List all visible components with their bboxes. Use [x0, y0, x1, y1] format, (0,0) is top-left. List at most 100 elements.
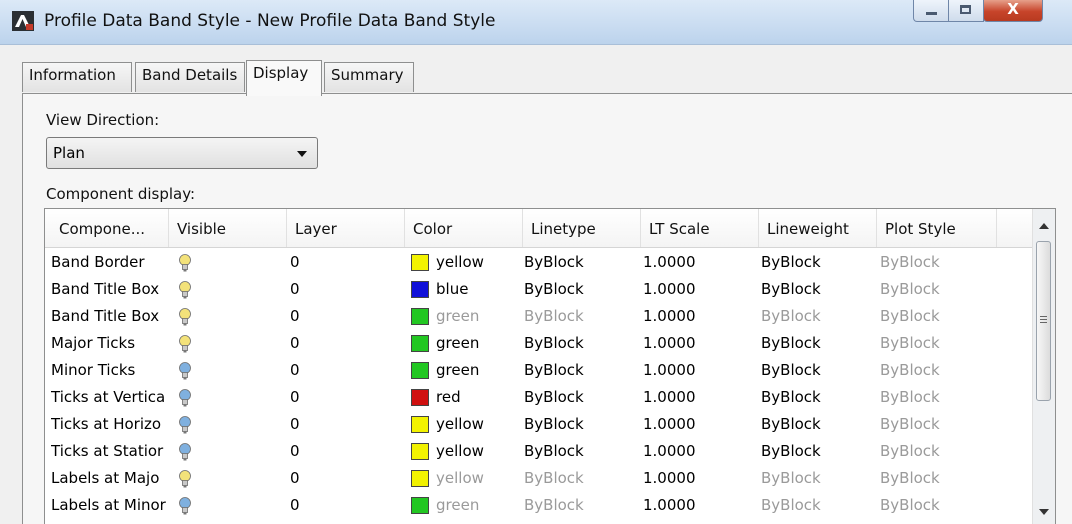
cell-layer[interactable]: 0: [290, 303, 390, 330]
lightbulb-off-icon[interactable]: [179, 389, 191, 407]
cell-color[interactable]: green: [436, 303, 516, 330]
cell-color[interactable]: yellow: [436, 438, 516, 465]
cell-plot-style[interactable]: ByBlock: [880, 384, 990, 411]
scrollbar-thumb[interactable]: [1036, 241, 1051, 401]
cell-plot-style[interactable]: ByBlock: [880, 438, 990, 465]
cell-linetype[interactable]: ByBlock: [524, 438, 634, 465]
minimize-button[interactable]: [913, 0, 949, 22]
table-row[interactable]: Labels at Majo 0 yellow ByBlock 1.0000 ByBloc…: [45, 465, 1033, 492]
cell-layer[interactable]: 0: [290, 276, 390, 303]
cell-plot-style[interactable]: ByBlock: [880, 357, 990, 384]
cell-layer[interactable]: 0: [290, 492, 390, 519]
column-header-lt-scale[interactable]: LT Scale: [641, 209, 759, 247]
chevron-down-icon[interactable]: [297, 151, 307, 157]
table-row[interactable]: Minor Ticks 0 green ByBlock 1.0000 ByBlock ByB…: [45, 357, 1033, 384]
cell-lineweight[interactable]: ByBlock: [761, 249, 871, 276]
cell-plot-style[interactable]: ByBlock: [880, 411, 990, 438]
cell-color[interactable]: green: [436, 492, 516, 519]
vertical-scrollbar[interactable]: [1032, 209, 1055, 524]
cell-linetype[interactable]: ByBlock: [524, 357, 634, 384]
table-row[interactable]: Band Title Box 0 green ByBlock 1.0000 ByBlock…: [45, 303, 1033, 330]
cell-lt-scale[interactable]: 1.0000: [643, 357, 753, 384]
column-header-color[interactable]: Color: [405, 209, 523, 247]
table-row[interactable]: Ticks at Horizo 0 yellow ByBlock 1.0000 ByBlo…: [45, 411, 1033, 438]
cell-lt-scale[interactable]: 1.0000: [643, 438, 753, 465]
cell-layer[interactable]: 0: [290, 438, 390, 465]
cell-lineweight[interactable]: ByBlock: [761, 411, 871, 438]
lightbulb-off-icon[interactable]: [179, 362, 191, 380]
cell-plot-style[interactable]: ByBlock: [880, 492, 990, 519]
cell-lineweight[interactable]: ByBlock: [761, 438, 871, 465]
cell-linetype[interactable]: ByBlock: [524, 384, 634, 411]
close-button[interactable]: X: [983, 0, 1043, 22]
tab-band-details[interactable]: Band Details: [135, 62, 245, 92]
column-header-lineweight[interactable]: Lineweight: [759, 209, 877, 247]
cell-lt-scale[interactable]: 1.0000: [643, 492, 753, 519]
column-header-layer[interactable]: Layer: [287, 209, 405, 247]
cell-linetype[interactable]: ByBlock: [524, 330, 634, 357]
column-header-visible[interactable]: Visible: [169, 209, 287, 247]
tab-display[interactable]: Display: [246, 60, 322, 96]
scroll-up-arrow-icon[interactable]: [1039, 223, 1049, 229]
tab-information[interactable]: Information: [22, 62, 132, 92]
color-swatch[interactable]: [411, 335, 429, 352]
cell-color[interactable]: blue: [436, 276, 516, 303]
cell-linetype[interactable]: ByBlock: [524, 411, 634, 438]
color-swatch[interactable]: [411, 443, 429, 460]
color-swatch[interactable]: [411, 308, 429, 325]
cell-lt-scale[interactable]: 1.0000: [643, 276, 753, 303]
cell-linetype[interactable]: ByBlock: [524, 276, 634, 303]
cell-linetype[interactable]: ByBlock: [524, 249, 634, 276]
cell-lt-scale[interactable]: 1.0000: [643, 303, 753, 330]
cell-color[interactable]: yellow: [436, 465, 516, 492]
cell-color[interactable]: yellow: [436, 249, 516, 276]
cell-lt-scale[interactable]: 1.0000: [643, 249, 753, 276]
column-header-component[interactable]: Compone...: [45, 209, 169, 247]
cell-lt-scale[interactable]: 1.0000: [643, 330, 753, 357]
cell-layer[interactable]: 0: [290, 330, 390, 357]
cell-color[interactable]: green: [436, 330, 516, 357]
cell-lineweight[interactable]: ByBlock: [761, 357, 871, 384]
color-swatch[interactable]: [411, 470, 429, 487]
lightbulb-on-icon[interactable]: [179, 470, 191, 488]
cell-plot-style[interactable]: ByBlock: [880, 330, 990, 357]
cell-lineweight[interactable]: ByBlock: [761, 384, 871, 411]
lightbulb-on-icon[interactable]: [179, 281, 191, 299]
color-swatch[interactable]: [411, 497, 429, 514]
lightbulb-off-icon[interactable]: [179, 416, 191, 434]
title-bar[interactable]: Profile Data Band Style - New Profile Da…: [0, 0, 1072, 45]
cell-color[interactable]: yellow: [436, 411, 516, 438]
cell-plot-style[interactable]: ByBlock: [880, 303, 990, 330]
table-row[interactable]: Band Border 0 yellow ByBlock 1.0000 ByBlock By…: [45, 249, 1033, 276]
cell-layer[interactable]: 0: [290, 465, 390, 492]
lightbulb-on-icon[interactable]: [179, 308, 191, 326]
cell-lineweight[interactable]: ByBlock: [761, 492, 871, 519]
cell-lt-scale[interactable]: 1.0000: [643, 411, 753, 438]
column-header-plot-style[interactable]: Plot Style: [877, 209, 997, 247]
scroll-down-arrow-icon[interactable]: [1039, 509, 1049, 515]
cell-plot-style[interactable]: ByBlock: [880, 276, 990, 303]
cell-color[interactable]: red: [436, 384, 516, 411]
table-row[interactable]: Band Title Box 0 blue ByBlock 1.0000 ByBlock B…: [45, 276, 1033, 303]
cell-lineweight[interactable]: ByBlock: [761, 276, 871, 303]
cell-layer[interactable]: 0: [290, 357, 390, 384]
view-direction-select[interactable]: Plan: [46, 137, 318, 169]
cell-lineweight[interactable]: ByBlock: [761, 465, 871, 492]
table-row[interactable]: Ticks at Statior 0 yellow ByBlock 1.0000 ByBl…: [45, 438, 1033, 465]
cell-plot-style[interactable]: ByBlock: [880, 249, 990, 276]
maximize-button[interactable]: [948, 0, 984, 22]
table-row[interactable]: Labels at Minor 0 green ByBlock 1.0000 ByBloc…: [45, 492, 1033, 519]
color-swatch[interactable]: [411, 389, 429, 406]
cell-linetype[interactable]: ByBlock: [524, 465, 634, 492]
tab-summary[interactable]: Summary: [324, 62, 414, 92]
cell-linetype[interactable]: ByBlock: [524, 303, 634, 330]
cell-layer[interactable]: 0: [290, 249, 390, 276]
cell-plot-style[interactable]: ByBlock: [880, 465, 990, 492]
cell-lt-scale[interactable]: 1.0000: [643, 384, 753, 411]
lightbulb-off-icon[interactable]: [179, 497, 191, 515]
table-row[interactable]: Major Ticks 0 green ByBlock 1.0000 ByBlock ByB…: [45, 330, 1033, 357]
cell-linetype[interactable]: ByBlock: [524, 492, 634, 519]
table-row[interactable]: Ticks at Vertica 0 red ByBlock 1.0000 ByBlock…: [45, 384, 1033, 411]
column-header-linetype[interactable]: Linetype: [523, 209, 641, 247]
cell-lt-scale[interactable]: 1.0000: [643, 465, 753, 492]
